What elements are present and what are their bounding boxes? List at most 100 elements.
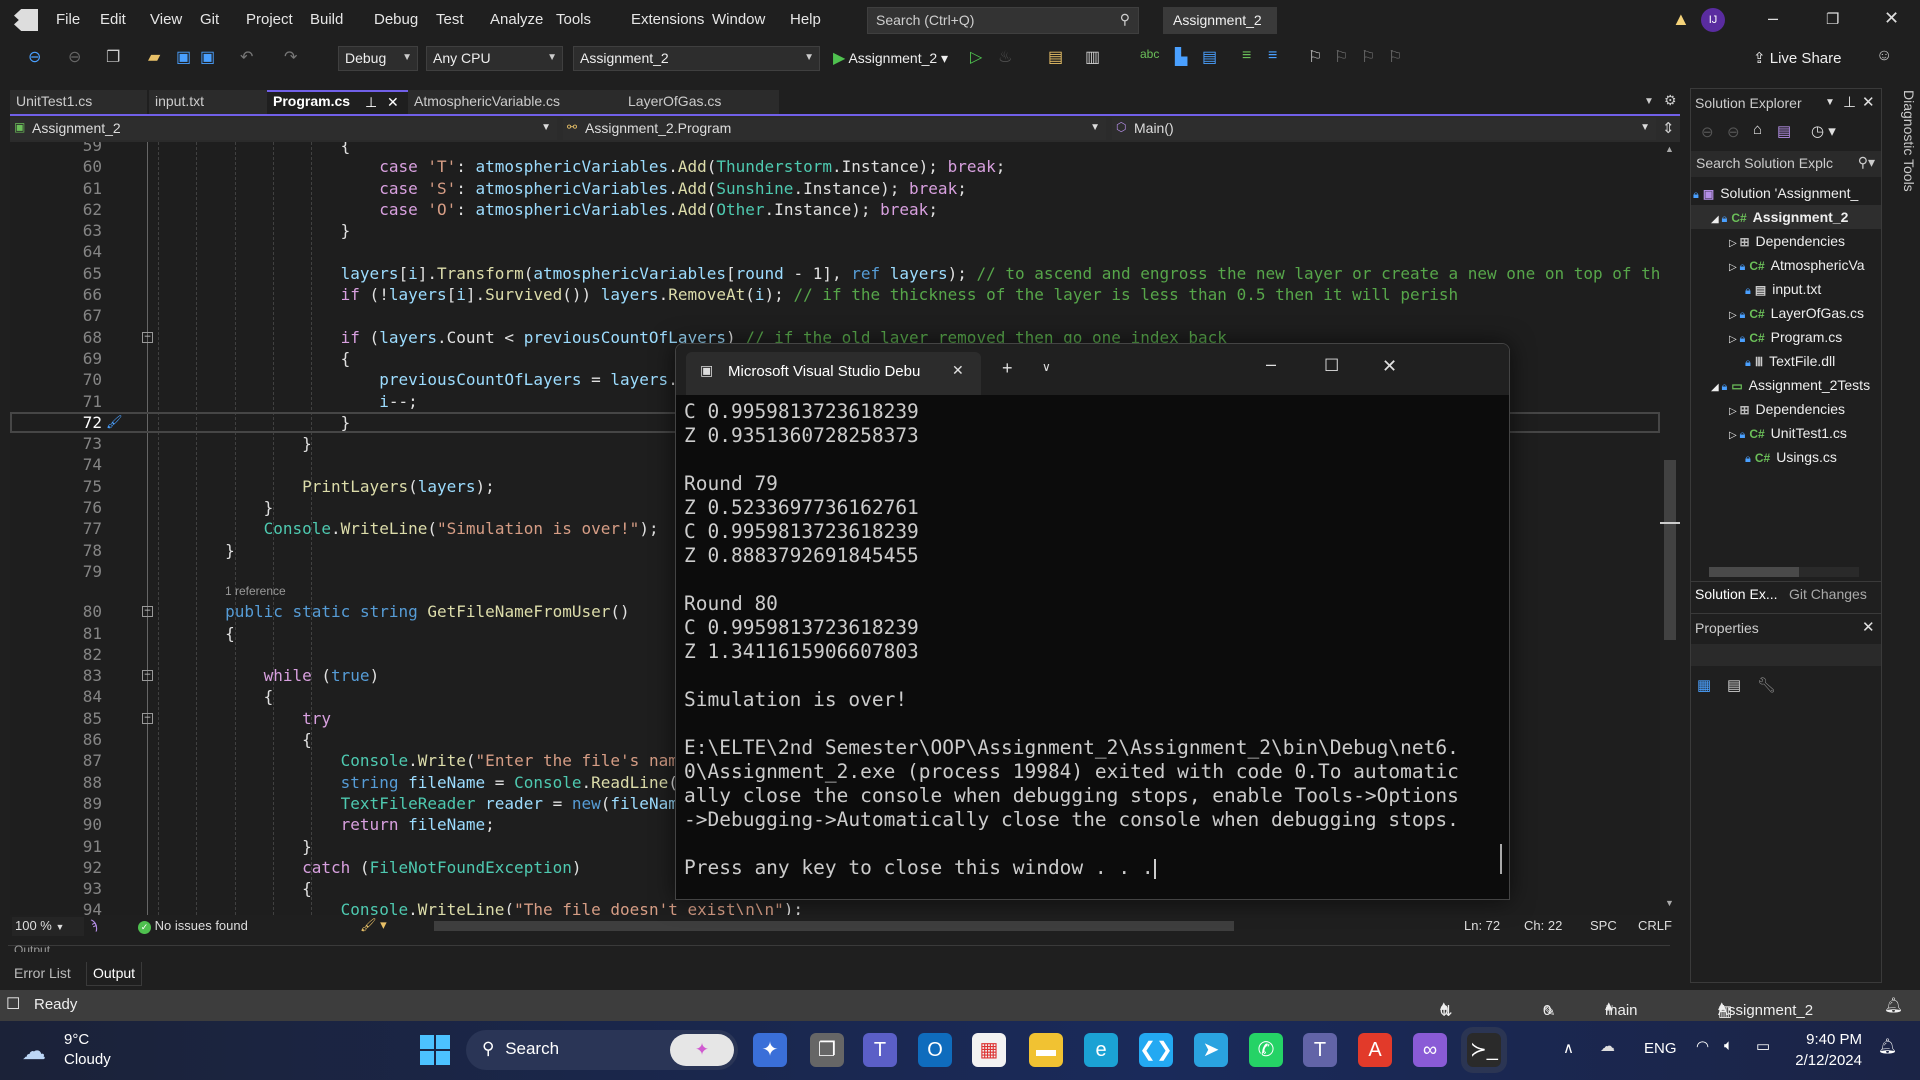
outlook-new-icon[interactable]: O	[918, 1033, 952, 1067]
menu-item-test[interactable]: Test	[436, 11, 464, 28]
start-without-debugging-icon[interactable]: ▷	[970, 47, 982, 67]
switch-views-icon[interactable]: ▤	[1777, 122, 1791, 140]
menu-item-view[interactable]: View	[150, 11, 182, 28]
solution-tree-item[interactable]: ▷ ⊞ Dependencies	[1729, 397, 1845, 421]
telegram-icon[interactable]: ➤	[1194, 1033, 1228, 1067]
solution-tree-item[interactable]: 🔒︎ C# Usings.cs	[1729, 445, 1837, 469]
solution-tree-item[interactable]: ▷ 🔒︎ C# AtmosphericVa	[1729, 253, 1865, 277]
type-dropdown[interactable]: ⚯ Assignment_2.Program ▼	[563, 118, 1106, 140]
tab-atmosphericvariable-cs[interactable]: AtmosphericVariable.cs	[408, 90, 622, 114]
notification-bell-icon[interactable]: 🔔︎	[1884, 996, 1903, 1014]
maximize-icon[interactable]: ☐	[1324, 356, 1339, 376]
project-dropdown[interactable]: ▣ Assignment_2 ▼	[10, 118, 557, 140]
column-indicator[interactable]: Ch: 22	[1524, 918, 1562, 933]
solution-tree-item[interactable]: ◢ 🔒︎ C# Assignment_2	[1691, 205, 1881, 229]
forward-icon[interactable]: ⊖	[1727, 123, 1740, 141]
teams-icon[interactable]: T	[863, 1033, 897, 1067]
back-icon[interactable]: ⊖	[1701, 123, 1714, 141]
forward-icon[interactable]: ⊖	[68, 47, 81, 67]
format-icon[interactable]: ▤	[1202, 47, 1217, 67]
code-line[interactable]: 63 }	[10, 220, 1660, 241]
horizontal-scrollbar[interactable]	[422, 921, 1432, 931]
configuration-dropdown[interactable]: Debug ▼	[338, 46, 418, 71]
window-layout-icon[interactable]: ▥	[1085, 47, 1100, 67]
member-dropdown[interactable]: ⬡ Main() ▼	[1112, 118, 1656, 140]
platform-dropdown[interactable]: Any CPU ▼	[426, 46, 563, 71]
menu-item-debug[interactable]: Debug	[374, 11, 418, 28]
menu-item-edit[interactable]: Edit	[100, 11, 126, 28]
scroll-down-icon[interactable]: ▼	[1665, 898, 1674, 908]
menu-item-git[interactable]: Git	[200, 11, 219, 28]
solution-tree-item[interactable]: ▷ 🔒︎ C# LayerOfGas.cs	[1729, 301, 1864, 325]
visual-studio-icon[interactable]: ∞	[1413, 1033, 1447, 1067]
warning-icon[interactable]: ▲	[1672, 9, 1690, 30]
menu-item-extensions[interactable]: Extensions	[631, 11, 704, 28]
code-line[interactable]: 64	[10, 241, 1660, 262]
live-share-button[interactable]: ⇪ Live Share	[1753, 49, 1841, 67]
start-debugging-button[interactable]: ▶ Assignment_2 ▾	[833, 48, 948, 68]
console-tab[interactable]: ▣ Microsoft Visual Studio Debu ✕	[686, 352, 981, 395]
expander-icon[interactable]: ▷	[1729, 262, 1739, 273]
chevron-down-icon[interactable]: ∨	[1042, 360, 1051, 374]
sync-indicator[interactable]: ⇅ 0 / 0 ▴	[1440, 996, 1453, 1053]
close-tab-icon[interactable]: ✕	[387, 94, 399, 111]
battery-icon[interactable]: ▭	[1756, 1037, 1770, 1055]
menu-item-build[interactable]: Build	[310, 11, 343, 28]
tab-overflow-icon[interactable]: ▼	[1644, 96, 1654, 107]
minimize-icon[interactable]: –	[1768, 8, 1778, 29]
line-number-indicator[interactable]: Ln: 72	[1464, 918, 1500, 933]
search-input[interactable]: Search (Ctrl+Q) ⚲	[867, 7, 1139, 34]
find-in-files-icon[interactable]: ▤	[1048, 47, 1063, 67]
uncomment-icon[interactable]: ≡	[1268, 47, 1277, 65]
open-folder-icon[interactable]: ▰	[148, 47, 160, 67]
tab-layerofgas-cs[interactable]: LayerOfGas.cs	[622, 90, 779, 114]
home-icon[interactable]: ⌂	[1753, 121, 1762, 138]
undo-icon[interactable]: ↶	[240, 47, 253, 67]
save-icon[interactable]: ▣	[176, 47, 191, 67]
menu-item-analyze[interactable]: Analyze	[490, 11, 543, 28]
save-all-icon[interactable]: ▣	[200, 47, 215, 67]
whatsapp-icon[interactable]: ✆	[1249, 1033, 1283, 1067]
solution-tree-item[interactable]: 🔒︎ Ⅲ TextFile.dll	[1729, 349, 1835, 373]
pending-changes-icon[interactable]: ◷ ▾	[1811, 122, 1836, 140]
bookmark-icon[interactable]: ⚐	[1308, 47, 1322, 67]
step-icon[interactable]: ▙	[1175, 47, 1187, 67]
console-scrollbar-thumb[interactable]	[1500, 844, 1502, 874]
close-icon[interactable]: ✕	[1862, 618, 1875, 636]
expander-icon[interactable]: ▷	[1729, 310, 1739, 321]
solution-tree-item[interactable]: 🔒︎ ▣ Solution 'Assignment_	[1693, 181, 1858, 205]
language-indicator[interactable]: ENG	[1644, 1040, 1677, 1057]
next-bookmark-icon[interactable]: ⚐	[1361, 47, 1375, 67]
notification-bell-icon[interactable]: 🔔︎	[1878, 1037, 1897, 1055]
code-line[interactable]: 60 case 'T': atmosphericVariables.Add(Th…	[10, 156, 1660, 177]
copilot-preview-icon[interactable]: ✦	[753, 1033, 787, 1067]
show-hidden-icons[interactable]: ∧	[1563, 1039, 1574, 1057]
tab-unittest1-cs[interactable]: UnitTest1.cs	[10, 90, 147, 114]
code-line[interactable]: 94 Console.WriteLine("The file doesn't e…	[10, 899, 1660, 915]
expander-icon[interactable]: ▷	[1729, 406, 1739, 417]
diagnostic-tools-tab[interactable]: Diagnostic Tools	[1887, 88, 1917, 288]
solution-tree-item[interactable]: ▷ ⊞ Dependencies	[1729, 229, 1845, 253]
solution-tree-item[interactable]: ◢ 🔒︎ ▭ Assignment_2Tests	[1711, 373, 1870, 397]
scrollbar-thumb[interactable]	[1709, 567, 1799, 577]
edge-icon[interactable]: e	[1084, 1033, 1118, 1067]
code-line[interactable]: 65 layers[i].Transform(atmosphericVariab…	[10, 263, 1660, 284]
menu-item-tools[interactable]: Tools	[556, 11, 591, 28]
menu-item-file[interactable]: File	[56, 11, 80, 28]
expander-icon[interactable]: ◢	[1711, 382, 1721, 393]
quick-actions-brush-icon[interactable]: 🖌︎	[106, 412, 123, 433]
minimize-icon[interactable]: –	[1266, 354, 1276, 375]
terminal-icon[interactable]: ≻_	[1461, 1027, 1507, 1073]
scroll-up-icon[interactable]: ▲	[1665, 144, 1674, 154]
tab-solution-explorer[interactable]: Solution Ex...	[1695, 586, 1778, 602]
solution-tree-item[interactable]: ▷ 🔒︎ C# UnitTest1.cs	[1729, 421, 1847, 445]
scrollbar-thumb[interactable]	[434, 921, 1234, 931]
comment-icon[interactable]: ≡	[1242, 47, 1251, 65]
pin-icon[interactable]: ⊥	[1843, 93, 1856, 111]
spell-check-icon[interactable]: abc	[1140, 47, 1159, 61]
issues-indicator[interactable]: ✓ No issues found	[138, 918, 248, 934]
feedback-icon[interactable]: ☺	[1876, 47, 1892, 65]
solution-search-input[interactable]: Search Solution Explc ⚲▾	[1691, 151, 1881, 177]
split-editor-icon[interactable]: ⇕	[1662, 119, 1675, 137]
start-button[interactable]	[420, 1035, 450, 1065]
